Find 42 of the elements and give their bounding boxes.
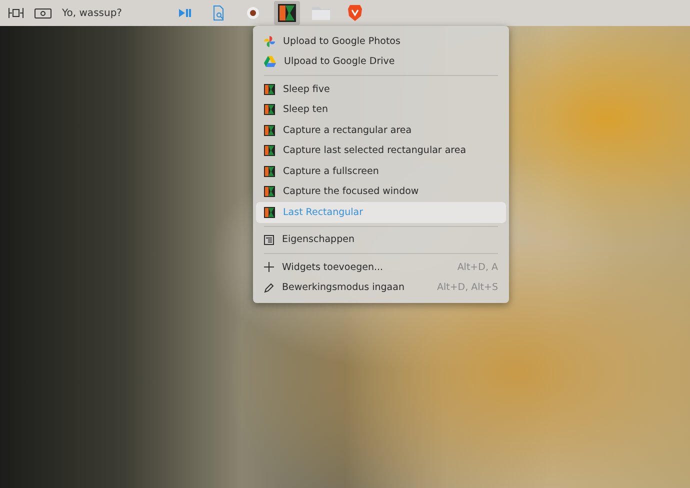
pinwheel-icon <box>264 36 275 47</box>
app-icon <box>264 104 275 116</box>
app-icon <box>264 84 275 95</box>
menu-item-label: Ulpoad to Google Drive <box>284 56 396 68</box>
list-icon <box>264 234 274 245</box>
app-icon <box>264 166 275 177</box>
app-icon <box>264 124 275 136</box>
menu-item[interactable]: Bewerkingsmodus ingaan Alt+D, Alt+S <box>256 278 506 298</box>
menu-item[interactable]: Ulpoad to Google Drive <box>256 52 506 72</box>
camera-icon[interactable] <box>34 7 52 19</box>
app-icon <box>264 145 275 156</box>
menu-item[interactable]: Capture a rectangular area <box>256 120 506 140</box>
menu-item[interactable]: Widgets toevoegen... Alt+D, A <box>256 257 506 278</box>
menu-item-label: Upload to Google Photos <box>283 36 402 47</box>
app-icon <box>264 206 275 218</box>
menu-item-label: Capture the focused window <box>283 186 420 198</box>
app-icon <box>264 186 275 198</box>
plus-icon <box>264 262 274 272</box>
app-icon <box>278 4 296 22</box>
widget-text: Yo, wassup? <box>62 8 122 18</box>
menu-item-label: Capture last selected rectangular area <box>283 145 468 156</box>
menu-item[interactable]: Capture last selected rectangular area <box>256 140 506 161</box>
app-tray-button[interactable] <box>274 1 300 25</box>
menu-item-label: Capture a rectangular area <box>283 124 413 136</box>
menu-item-label: Eigenschappen <box>282 234 356 246</box>
menu-item[interactable]: Upload to Google Photos <box>256 31 506 52</box>
menu-item-label: Last Rectangular <box>283 206 364 218</box>
pencil-icon <box>264 282 274 293</box>
panel-edit-icon[interactable] <box>8 7 24 19</box>
menu-item-label: Capture a fullscreen <box>283 166 380 177</box>
shortcut-text: Alt+D, A <box>457 262 498 273</box>
menu-item[interactable]: Capture a fullscreen <box>256 161 506 182</box>
menu-item[interactable]: Sleep five <box>256 79 506 100</box>
menu-item-label: Sleep ten <box>283 104 329 116</box>
menu-item[interactable]: Eigenschappen <box>256 230 506 250</box>
menu-item-label: Bewerkingsmodus ingaan <box>282 282 406 294</box>
shortcut-text: Alt+D, Alt+S <box>436 282 498 294</box>
triangle-icon <box>264 56 276 68</box>
menu-item-label: Sleep five <box>283 84 331 95</box>
menu-item[interactable]: Capture the focused window <box>256 182 506 202</box>
menu-item-label: Widgets toevoegen... <box>282 262 384 273</box>
menu-item[interactable]: Sleep ten <box>256 100 506 120</box>
